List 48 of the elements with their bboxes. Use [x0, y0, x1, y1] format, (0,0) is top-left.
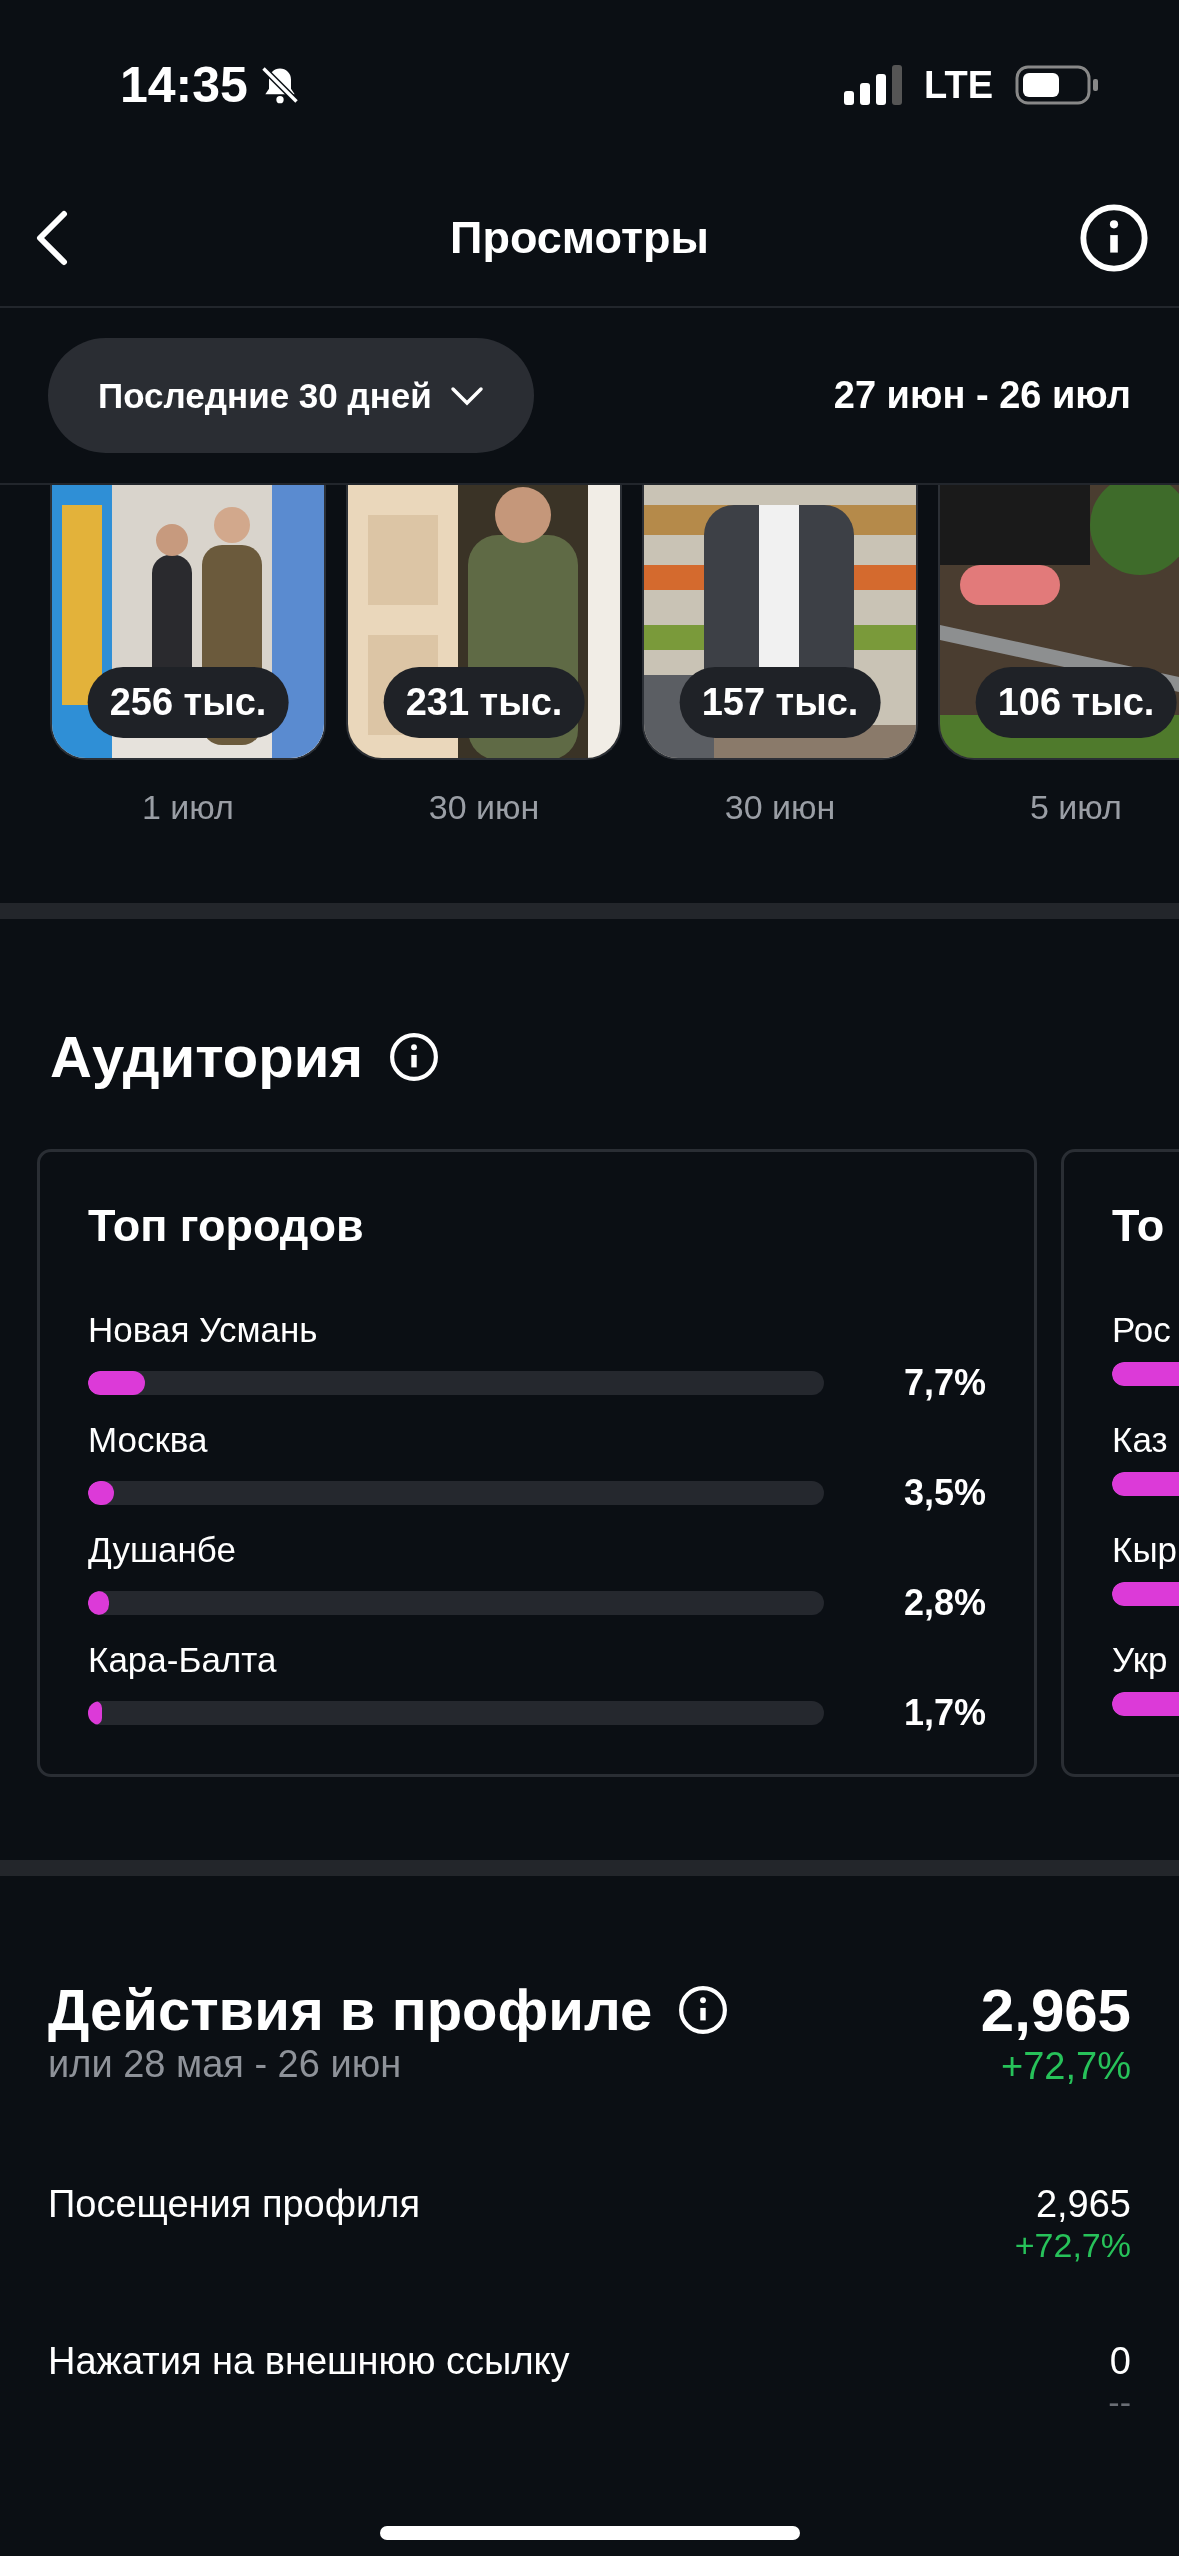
chevron-down-icon — [449, 384, 484, 407]
comparison-period: или 28 мая - 26 июн — [48, 2043, 402, 2086]
info-icon[interactable] — [1079, 203, 1149, 273]
city-name: Душанбе — [88, 1530, 237, 1570]
change-value: -- — [1108, 2383, 1131, 2422]
card-title: Топ городов — [88, 1200, 365, 1252]
percent-value: 1,7% — [903, 1692, 986, 1734]
video-thumbnail[interactable]: 157 тыс. — [642, 485, 918, 760]
card-title: То — [1112, 1200, 1166, 1252]
video-date: 30 июн — [723, 788, 837, 828]
section-title: Аудитория — [50, 1023, 364, 1090]
status-time: 14:35 — [120, 56, 248, 114]
video-date: 5 июл — [1029, 788, 1123, 828]
view-count: 157 тыс. — [679, 667, 881, 738]
percent-value: 2,8% — [903, 1582, 986, 1624]
video-thumbnail[interactable]: 231 тыс. — [346, 485, 622, 760]
video-thumbnail[interactable]: 256 тыс. — [50, 485, 326, 760]
section-title: Действия в профиле — [48, 1976, 653, 2043]
date-range: 27 июн - 26 июл — [833, 374, 1131, 417]
metric-label: Посещения профиля — [48, 2183, 420, 2226]
city-name: Рос — [1112, 1310, 1172, 1350]
period-dropdown[interactable]: Последние 30 дней — [48, 338, 534, 453]
info-icon[interactable] — [678, 1984, 729, 2035]
info-icon[interactable] — [389, 1031, 440, 1082]
city-name: Кара-Балта — [88, 1640, 278, 1680]
view-count: 231 тыс. — [383, 667, 585, 738]
view-count: 256 тыс. — [87, 667, 289, 738]
percent-value: 3,5% — [903, 1472, 986, 1514]
page-title: Просмотры — [450, 212, 709, 264]
change-value: +72,7% — [1014, 2226, 1131, 2265]
city-name: Каз — [1112, 1420, 1169, 1460]
metric-label: Нажатия на внешнюю ссылку — [48, 2340, 570, 2383]
view-count: 106 тыс. — [975, 667, 1177, 738]
signal-icon — [844, 65, 903, 105]
city-name: Москва — [88, 1420, 209, 1460]
metric-value: 0 — [1109, 2340, 1131, 2383]
percent-value: 7,7% — [903, 1362, 986, 1404]
video-date: 30 июн — [427, 788, 541, 828]
video-thumbnail[interactable]: 106 тыс. — [938, 485, 1179, 760]
video-date: 1 июл — [141, 788, 235, 828]
network-type: LTE — [924, 63, 993, 107]
change-value: +72,7% — [1001, 2045, 1131, 2088]
battery-icon — [1015, 65, 1099, 105]
city-name: Кыр — [1112, 1530, 1178, 1570]
city-name: Укр — [1112, 1640, 1169, 1680]
total-value: 2,965 — [980, 1976, 1131, 2045]
metric-value: 2,965 — [1035, 2183, 1131, 2226]
city-name: Новая Усмань — [88, 1310, 319, 1350]
